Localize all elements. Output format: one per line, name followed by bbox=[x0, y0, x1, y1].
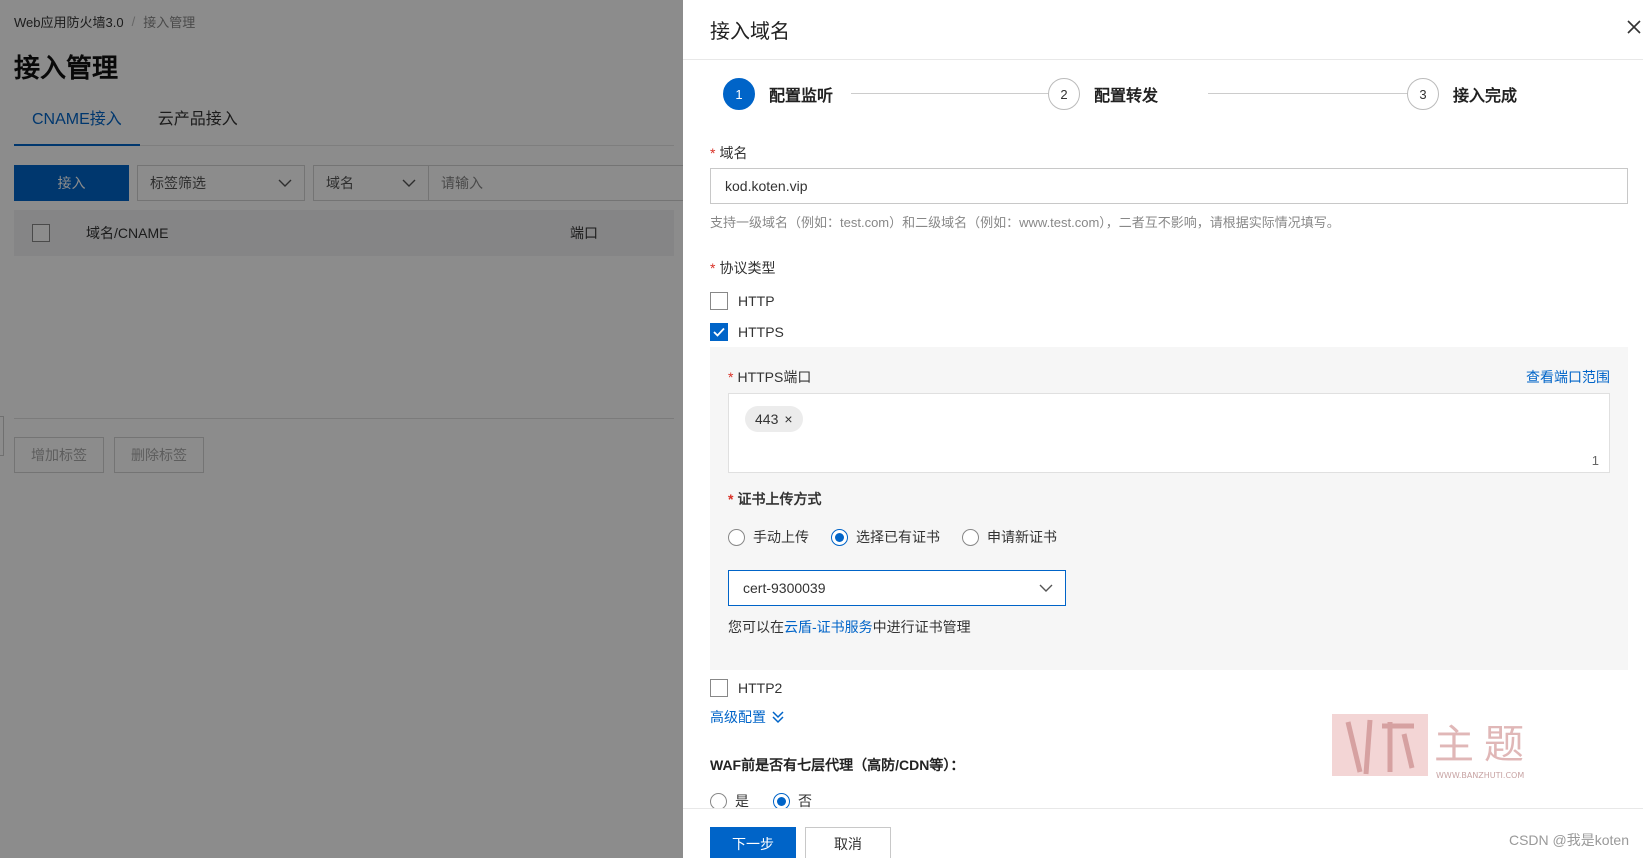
radio-manual-upload[interactable]: 手动上传 bbox=[728, 527, 809, 547]
remove-tag-icon[interactable]: × bbox=[784, 411, 792, 427]
cert-method-label: * 证书上传方式 bbox=[728, 489, 821, 509]
https-port-label-text: HTTPS端口 bbox=[737, 369, 812, 385]
waf-proxy-label: WAF前是否有七层代理（高防/CDN等）： bbox=[710, 757, 965, 773]
radio-circle[interactable] bbox=[962, 528, 979, 546]
step-3-index: 3 bbox=[1407, 78, 1439, 110]
protocol-label: * 协议类型 bbox=[710, 258, 775, 278]
https-checkbox[interactable] bbox=[710, 323, 728, 341]
http2-checkbox-row[interactable]: HTTP2 bbox=[710, 679, 782, 697]
double-chevron-down-icon bbox=[772, 711, 784, 724]
https-settings-panel: * HTTPS端口 查看端口范围 443 × 1 * 证书上传方式 手动上传 选择已… bbox=[710, 347, 1628, 670]
https-port-input[interactable]: 443 × 1 bbox=[728, 393, 1610, 473]
step-2-index: 2 bbox=[1048, 78, 1080, 110]
step-1-label: 配置监听 bbox=[769, 88, 834, 105]
port-tag: 443 × bbox=[745, 406, 803, 432]
radio-existing-cert[interactable]: 选择已有证书 bbox=[831, 527, 940, 547]
step-2-label: 配置转发 bbox=[1094, 88, 1159, 105]
cert-method-radios: 手动上传 选择已有证书 申请新证书 bbox=[728, 527, 1057, 547]
advanced-config-link[interactable]: 高级配置 bbox=[710, 707, 784, 727]
https-checkbox-row[interactable]: HTTPS bbox=[710, 323, 784, 341]
domain-label-text: 域名 bbox=[719, 145, 748, 161]
stepper: 1 配置监听 2 配置转发 3 接入完成 bbox=[723, 78, 1593, 114]
port-count: 1 bbox=[1591, 453, 1599, 468]
drawer-footer: 下一步 取消 bbox=[683, 808, 1643, 858]
next-step-button[interactable]: 下一步 bbox=[710, 827, 796, 858]
step-3-label: 接入完成 bbox=[1453, 88, 1518, 105]
watermark-logo-text: 主题 bbox=[1434, 722, 1534, 768]
required-mark: * bbox=[728, 491, 734, 507]
chevron-down-icon bbox=[1039, 584, 1053, 592]
radio-label: 选择已有证书 bbox=[856, 529, 940, 545]
site-watermark-logo: 主题 WWW.BANZHUTI.COM bbox=[1332, 714, 1534, 780]
radio-circle[interactable] bbox=[773, 792, 790, 810]
cert-method-label-text: 证书上传方式 bbox=[737, 491, 822, 507]
radio-label: 申请新证书 bbox=[987, 529, 1057, 545]
http2-label: HTTP2 bbox=[738, 680, 783, 696]
cert-select[interactable]: cert-9300039 bbox=[728, 570, 1066, 606]
checkmark-icon bbox=[713, 327, 725, 337]
radio-circle[interactable] bbox=[728, 528, 745, 546]
port-range-link[interactable]: 查看端口范围 bbox=[1526, 367, 1610, 387]
radio-circle[interactable] bbox=[831, 528, 848, 546]
advanced-config-label: 高级配置 bbox=[710, 709, 766, 725]
domain-label: * 域名 bbox=[710, 143, 747, 163]
radio-label: 手动上传 bbox=[753, 529, 809, 545]
csdn-watermark: CSDN @我是koten bbox=[1508, 832, 1629, 848]
watermark-site-text: WWW.BANZHUTI.COM bbox=[1436, 771, 1524, 780]
cert-tip-prefix: 您可以在 bbox=[728, 619, 784, 635]
step-1-index: 1 bbox=[723, 78, 755, 110]
cert-service-link[interactable]: 云盾-证书服务 bbox=[784, 619, 873, 635]
required-mark: * bbox=[710, 145, 716, 161]
protocol-label-text: 协议类型 bbox=[719, 260, 776, 276]
port-tag-value: 443 bbox=[755, 411, 779, 427]
step-connector bbox=[1208, 93, 1437, 94]
required-mark: * bbox=[728, 369, 734, 385]
cert-tip: 您可以在云盾-证书服务中进行证书管理 bbox=[728, 617, 971, 637]
domain-input[interactable] bbox=[710, 168, 1628, 204]
required-mark: * bbox=[710, 260, 716, 276]
cancel-button[interactable]: 取消 bbox=[805, 827, 891, 858]
step-2: 2 配置转发 bbox=[1048, 78, 1158, 110]
step-1: 1 配置监听 bbox=[723, 78, 833, 110]
https-port-label: * HTTPS端口 bbox=[728, 367, 811, 387]
close-icon[interactable] bbox=[1621, 14, 1643, 40]
cert-select-value: cert-9300039 bbox=[743, 580, 826, 596]
step-connector bbox=[851, 93, 1079, 94]
cert-tip-suffix: 中进行证书管理 bbox=[872, 619, 971, 635]
step-3: 3 接入完成 bbox=[1407, 78, 1517, 110]
http-checkbox-row[interactable]: HTTP bbox=[710, 292, 775, 310]
drawer-header: 接入域名 bbox=[683, 0, 1643, 60]
https-label: HTTPS bbox=[738, 324, 784, 340]
drawer-title: 接入域名 bbox=[710, 21, 790, 43]
domain-hint: 支持一级域名（例如：test.com）和二级域名（例如：www.test.com… bbox=[710, 215, 1340, 230]
http2-checkbox[interactable] bbox=[710, 679, 728, 697]
http-label: HTTP bbox=[738, 293, 775, 309]
radio-circle[interactable] bbox=[710, 792, 727, 810]
radio-new-cert[interactable]: 申请新证书 bbox=[962, 527, 1057, 547]
http-checkbox[interactable] bbox=[710, 292, 728, 310]
